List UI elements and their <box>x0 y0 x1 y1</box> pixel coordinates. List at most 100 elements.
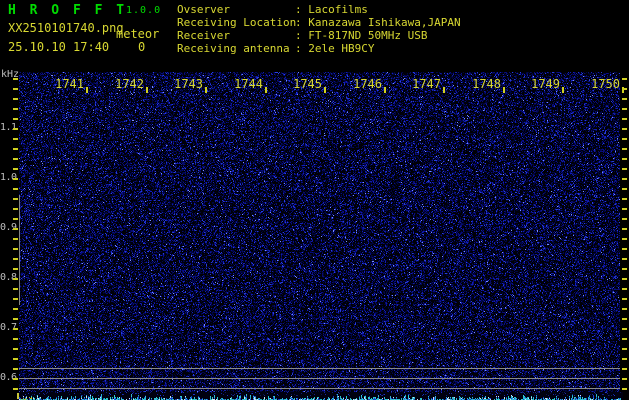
freq-tick-label: 0.6 <box>0 372 17 383</box>
time-tick-mark <box>205 87 207 93</box>
freq-minor-tick-right <box>622 128 627 130</box>
freq-minor-tick-right <box>622 318 627 320</box>
time-tick-mark <box>622 87 624 93</box>
freq-minor-tick-left <box>13 368 18 370</box>
freq-minor-tick-right <box>622 288 627 290</box>
freq-minor-tick-left <box>13 118 18 120</box>
station-info-label: Receiving antenna <box>177 42 290 55</box>
freq-minor-tick-left <box>13 358 18 360</box>
freq-minor-tick-right <box>622 118 627 120</box>
time-tick-mark <box>443 87 445 93</box>
time-tick-label: 1742 <box>115 77 144 91</box>
freq-minor-tick-right <box>622 78 627 80</box>
spectrogram-noise-canvas <box>19 72 620 392</box>
freq-minor-tick-left <box>13 198 18 200</box>
time-tick-mark <box>503 87 505 93</box>
freq-minor-tick-left <box>13 98 18 100</box>
app-version: 1.0.0 <box>126 5 162 16</box>
freq-minor-tick-left <box>13 128 18 130</box>
station-info-row: Receiver : FT-817ND 50MHz USB <box>177 29 461 42</box>
freq-minor-tick-right <box>622 388 627 390</box>
hrofft-window: H R O F F T 1.0.0 XX2510101740.png meteo… <box>0 0 629 400</box>
station-info-label: Receiver <box>177 29 230 42</box>
freq-minor-tick-right <box>622 238 627 240</box>
station-info-value: : Lacofilms <box>295 3 368 16</box>
freq-minor-tick-right <box>622 178 627 180</box>
left-edge-marker-line <box>19 195 20 305</box>
time-tick-label: 1748 <box>472 77 501 91</box>
freq-minor-tick-left <box>13 78 18 80</box>
reference-line <box>19 378 620 379</box>
freq-minor-tick-left <box>13 148 18 150</box>
freq-minor-tick-right <box>622 328 627 330</box>
station-info-label: Ovserver <box>177 3 230 16</box>
freq-minor-tick-left <box>13 168 18 170</box>
freq-minor-tick-left <box>13 158 18 160</box>
freq-minor-tick-right <box>622 268 627 270</box>
freq-minor-tick-left <box>13 378 18 380</box>
station-info-value: : Kanazawa Ishikawa,JAPAN <box>295 16 461 29</box>
freq-minor-tick-left <box>13 338 18 340</box>
freq-tick-label: 1.1 <box>0 122 17 133</box>
freq-tick-label: 0.8 <box>0 272 17 283</box>
output-filename: XX2510101740.png <box>8 21 124 35</box>
time-tick-mark <box>384 87 386 93</box>
app-title: H R O F F T <box>8 3 128 18</box>
freq-minor-tick-left <box>13 228 18 230</box>
signal-level-strip-canvas <box>17 392 623 400</box>
freq-minor-tick-left <box>13 88 18 90</box>
freq-minor-tick-right <box>622 208 627 210</box>
time-tick-mark <box>265 87 267 93</box>
reference-line <box>19 368 620 369</box>
station-info-row: Receiving Location: Kanazawa Ishikawa,JA… <box>177 16 461 29</box>
freq-minor-tick-left <box>13 248 18 250</box>
time-tick-label: 1744 <box>234 77 263 91</box>
time-tick-label: 1745 <box>293 77 322 91</box>
time-tick-mark <box>146 87 148 93</box>
freq-minor-tick-right <box>622 378 627 380</box>
freq-minor-tick-right <box>622 188 627 190</box>
time-tick-label: 1750 <box>591 77 620 91</box>
freq-minor-tick-left <box>13 288 18 290</box>
time-tick-label: 1749 <box>531 77 560 91</box>
time-tick-label: 1743 <box>174 77 203 91</box>
freq-minor-tick-left <box>13 218 18 220</box>
echo-count: 0 <box>138 40 146 54</box>
freq-minor-tick-right <box>622 278 627 280</box>
time-tick-mark <box>324 87 326 93</box>
freq-minor-tick-right <box>622 258 627 260</box>
freq-minor-tick-left <box>13 348 18 350</box>
date-time: 25.10.10 17:40 <box>8 40 110 54</box>
freq-minor-tick-right <box>622 338 627 340</box>
freq-minor-tick-left <box>13 318 18 320</box>
freq-tick-label: 0.7 <box>0 322 17 333</box>
freq-minor-tick-right <box>622 298 627 300</box>
time-tick-label: 1747 <box>412 77 441 91</box>
freq-minor-tick-left <box>13 268 18 270</box>
freq-minor-tick-right <box>622 158 627 160</box>
freq-minor-tick-left <box>13 258 18 260</box>
freq-minor-tick-right <box>622 308 627 310</box>
time-tick-mark <box>86 87 88 93</box>
freq-minor-tick-left <box>13 208 18 210</box>
freq-minor-tick-right <box>622 98 627 100</box>
station-info-row: Ovserver : Lacofilms <box>177 3 461 16</box>
freq-minor-tick-left <box>13 178 18 180</box>
freq-minor-tick-left <box>13 298 18 300</box>
freq-minor-tick-right <box>622 368 627 370</box>
freq-tick-label: 1.0 <box>0 172 17 183</box>
time-tick-mark <box>562 87 564 93</box>
time-tick-label: 1746 <box>353 77 382 91</box>
station-info-value: : FT-817ND 50MHz USB <box>295 29 428 42</box>
freq-minor-tick-left <box>13 388 18 390</box>
freq-minor-tick-left <box>13 278 18 280</box>
freq-minor-tick-right <box>622 348 627 350</box>
mode-label: meteor <box>116 27 160 41</box>
freq-minor-tick-right <box>622 108 627 110</box>
freq-minor-tick-left <box>13 238 18 240</box>
freq-minor-tick-left <box>13 138 18 140</box>
station-info: Ovserver : Lacofilms Receiving Location: K… <box>177 3 461 55</box>
freq-minor-tick-right <box>622 168 627 170</box>
freq-minor-tick-right <box>622 198 627 200</box>
reference-line <box>19 388 620 389</box>
